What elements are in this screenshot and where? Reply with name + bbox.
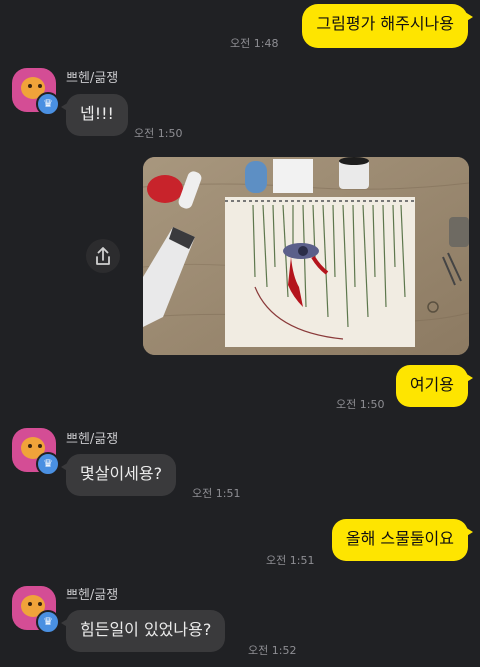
share-icon [96,247,110,265]
message-text: 여기용 [409,375,454,394]
message-time: 오전 1:50 [134,127,183,140]
sender-name: 쁘헨/긂쟁 [66,588,119,603]
crown-icon: ♛ [36,92,60,116]
message-text: 힘든일이 있었나용? [80,620,212,639]
my-message-bubble[interactable]: 올해 스물둘이요 [331,519,474,561]
crown-icon: ♛ [36,610,60,634]
avatar[interactable]: ♛ [12,68,60,116]
my-message-bubble[interactable]: 그림평가 해주시나용 [302,4,473,48]
message-text: 넵!!! [80,104,114,123]
drawing-illustration [143,157,469,355]
message-time: 오전 1:48 [230,37,279,50]
my-message-bubble[interactable]: 여기용 [395,365,474,407]
crown-icon: ♛ [36,452,60,476]
message-text: 올해 스물둘이요 [345,529,454,548]
their-message-bubble[interactable]: 힘든일이 있었나용? [60,610,226,652]
message-text: 몇살이세용? [80,464,163,483]
their-message-bubble[interactable]: 몇살이세용? [60,454,177,496]
drawing-photo[interactable] [143,157,469,355]
share-button[interactable] [86,239,120,273]
avatar[interactable]: ♛ [12,586,60,634]
avatar[interactable]: ♛ [12,428,60,476]
message-time: 오전 1:51 [192,487,241,500]
message-text: 그림평가 해주시나용 [316,14,454,33]
message-time: 오전 1:52 [248,644,297,657]
sender-name: 쁘헨/긂쟁 [66,71,119,86]
message-time: 오전 1:51 [266,554,315,567]
message-time: 오전 1:50 [336,398,385,411]
sender-name: 쁘헨/긂쟁 [66,432,119,447]
their-message-bubble[interactable]: 넵!!! [61,94,128,136]
